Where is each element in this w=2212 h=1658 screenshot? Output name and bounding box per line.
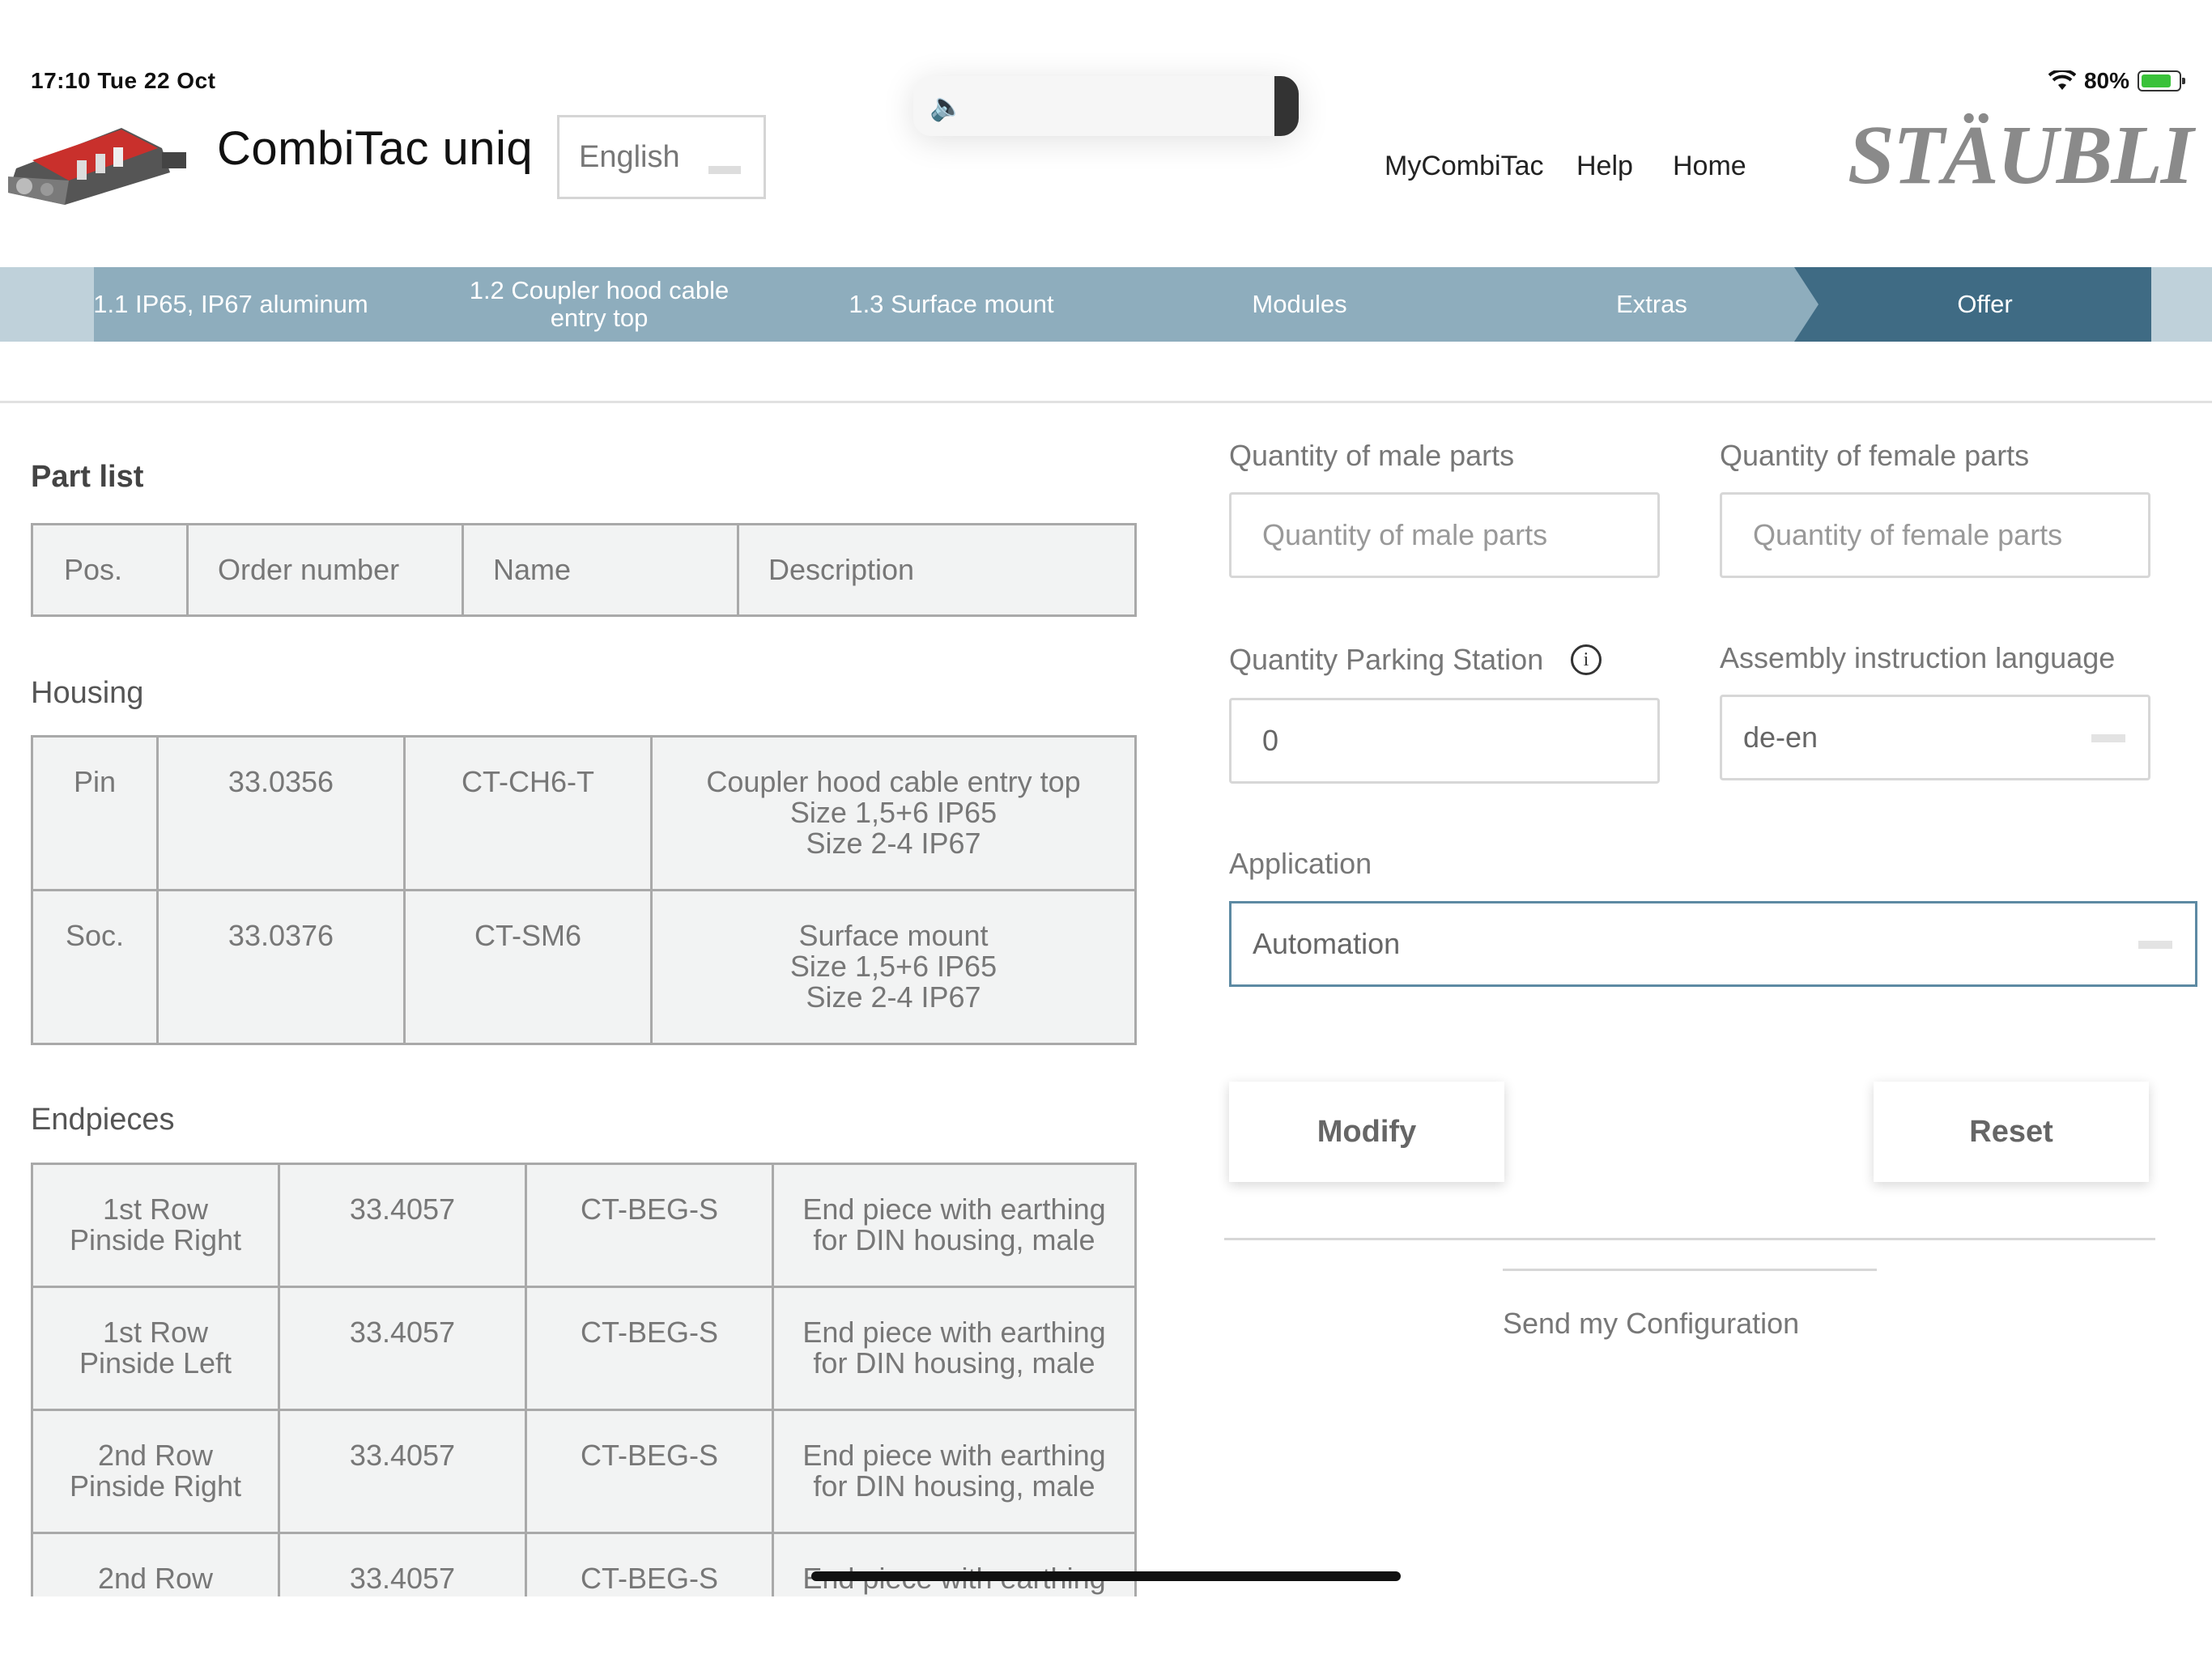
modify-button[interactable]: Modify bbox=[1229, 1082, 1504, 1182]
table-row: Pin 33.0356 CT-CH6-T Coupler hood cable … bbox=[31, 735, 1137, 891]
home-indicator[interactable] bbox=[811, 1571, 1401, 1581]
col-name: Name bbox=[462, 523, 739, 617]
language-select[interactable]: English bbox=[557, 115, 766, 199]
cell-description: Coupler hood cable entry top Size 1,5+6 … bbox=[650, 735, 1137, 891]
desc-line: Surface mount bbox=[798, 919, 989, 952]
assembly-lang-select[interactable]: de-en bbox=[1720, 695, 2150, 780]
battery-icon bbox=[2138, 70, 2185, 91]
step-coupler-hood[interactable]: 1.2 Coupler hood cable entry top bbox=[445, 267, 753, 342]
male-qty-input[interactable]: Quantity of male parts bbox=[1229, 492, 1660, 578]
cell-order-number: 33.0356 bbox=[156, 735, 406, 891]
cell-name: CT-BEG-S bbox=[525, 1532, 774, 1596]
cell-name: CT-BEG-S bbox=[525, 1286, 774, 1411]
table-row: 2nd Row 33.4057 CT-BEG-S End piece with … bbox=[31, 1532, 1137, 1596]
male-qty-label: Quantity of male parts bbox=[1229, 439, 1515, 472]
cell-pos: 1st Row Pinside Right bbox=[31, 1163, 280, 1288]
parking-qty-input[interactable]: 0 bbox=[1229, 698, 1660, 784]
assembly-lang-value: de-en bbox=[1743, 721, 1819, 754]
cell-name: CT-BEG-S bbox=[525, 1409, 774, 1534]
application-value: Automation bbox=[1253, 927, 1401, 960]
female-qty-placeholder: Quantity of female parts bbox=[1753, 518, 2063, 551]
desc-line: Size 1,5+6 IP65 bbox=[789, 796, 998, 829]
product-image bbox=[8, 128, 186, 205]
cell-pos: Pin bbox=[31, 735, 159, 891]
form-divider bbox=[1224, 1238, 2155, 1240]
female-qty-input[interactable]: Quantity of female parts bbox=[1720, 492, 2150, 578]
wifi-icon bbox=[2048, 70, 2076, 90]
male-qty-placeholder: Quantity of male parts bbox=[1262, 518, 1548, 551]
desc-line: Coupler hood cable entry top bbox=[706, 765, 1081, 798]
col-pos: Pos. bbox=[31, 523, 189, 617]
send-divider bbox=[1503, 1269, 1877, 1271]
endpieces-title: Endpieces bbox=[31, 1103, 175, 1137]
volume-hud: 🔈 bbox=[913, 76, 1299, 136]
application-label: Application bbox=[1229, 847, 1372, 880]
assembly-lang-label: Assembly instruction language bbox=[1720, 641, 2116, 674]
info-icon[interactable]: i bbox=[1571, 644, 1602, 675]
app-title: CombiTac uniq bbox=[217, 122, 534, 175]
cell-description: End piece with earthing for DIN housing, … bbox=[772, 1286, 1137, 1411]
desc-line: Size 2-4 IP67 bbox=[806, 980, 981, 1014]
cell-order-number: 33.4057 bbox=[278, 1532, 527, 1596]
endpieces-scroll[interactable]: 1st Row Pinside Right 33.4057 CT-BEG-S En… bbox=[0, 1163, 1150, 1596]
col-order-number: Order number bbox=[186, 523, 464, 617]
header-divider bbox=[0, 401, 2212, 403]
cell-order-number: 33.4057 bbox=[278, 1409, 527, 1534]
col-description: Description bbox=[737, 523, 1137, 617]
table-row: 1st Row Pinside Right 33.4057 CT-BEG-S En… bbox=[31, 1163, 1137, 1288]
step-surface-mount[interactable]: 1.3 Surface mount bbox=[802, 267, 1101, 342]
step-extras[interactable]: Extras bbox=[1506, 267, 1797, 342]
female-qty-label: Quantity of female parts bbox=[1720, 439, 2030, 472]
nav-home[interactable]: Home bbox=[1673, 151, 1746, 182]
cell-order-number: 33.0376 bbox=[156, 889, 406, 1045]
cell-name: CT-CH6-T bbox=[403, 735, 653, 891]
cell-pos: 2nd Row bbox=[31, 1532, 280, 1596]
cell-pos: 2nd Row Pinside Right bbox=[31, 1409, 280, 1534]
status-indicators: 80% bbox=[2048, 68, 2185, 94]
cell-order-number: 33.4057 bbox=[278, 1286, 527, 1411]
cell-description: Surface mount Size 1,5+6 IP65 Size 2-4 I… bbox=[650, 889, 1137, 1045]
endpieces-table: 1st Row Pinside Right 33.4057 CT-BEG-S En… bbox=[31, 1163, 1137, 1596]
nav-help[interactable]: Help bbox=[1576, 151, 1633, 182]
reset-button[interactable]: Reset bbox=[1874, 1082, 2149, 1182]
desc-line: Size 1,5+6 IP65 bbox=[789, 950, 998, 983]
application-select[interactable]: Automation bbox=[1229, 901, 2197, 987]
nav-mycombitac[interactable]: MyCombiTac bbox=[1385, 151, 1543, 182]
table-row: 1st Row Pinside Left 33.4057 CT-BEG-S End… bbox=[31, 1286, 1137, 1411]
status-time: 17:10 Tue 22 Oct bbox=[31, 68, 216, 93]
cell-order-number: 33.4057 bbox=[278, 1163, 527, 1288]
step-offer[interactable]: Offer bbox=[1794, 267, 2151, 342]
brand-logo: STÄUBLI bbox=[1848, 108, 2193, 202]
part-list-title: Part list bbox=[31, 460, 144, 494]
chevron-down-icon bbox=[2138, 941, 2172, 949]
battery-percent: 80% bbox=[2083, 68, 2129, 93]
speaker-icon: 🔈 bbox=[929, 91, 964, 122]
cell-name: CT-SM6 bbox=[403, 889, 653, 1045]
parking-qty-label: Quantity Parking Station bbox=[1229, 643, 1544, 676]
chevron-down-icon bbox=[2091, 734, 2125, 742]
housing-title: Housing bbox=[31, 676, 144, 710]
cell-description: End piece with earthing for DIN housing, … bbox=[772, 1409, 1137, 1534]
cell-description: End piece with earthing bbox=[772, 1532, 1137, 1596]
part-list-header-table: Pos. Order number Name Description bbox=[31, 523, 1137, 617]
step-modules[interactable]: Modules bbox=[1158, 267, 1441, 342]
language-select-value: English bbox=[579, 139, 680, 174]
table-row: Soc. 33.0376 CT-SM6 Surface mount Size 1… bbox=[31, 889, 1137, 1045]
cell-pos: 1st Row Pinside Left bbox=[31, 1286, 280, 1411]
cell-pos: Soc. bbox=[31, 889, 159, 1045]
parking-qty-value: 0 bbox=[1262, 724, 1279, 757]
send-configuration-link[interactable]: Send my Configuration bbox=[1503, 1307, 1799, 1341]
table-row: 2nd Row Pinside Right 33.4057 CT-BEG-S En… bbox=[31, 1409, 1137, 1534]
cell-description: End piece with earthing for DIN housing, … bbox=[772, 1163, 1137, 1288]
housing-table: Pin 33.0356 CT-CH6-T Coupler hood cable … bbox=[31, 735, 1137, 1045]
step-ip65-aluminum[interactable]: 1.1 IP65, IP67 aluminum bbox=[89, 267, 372, 342]
step-bar: 1.1 IP65, IP67 aluminum 1.2 Coupler hood… bbox=[0, 267, 2212, 342]
chevron-down-icon bbox=[708, 166, 741, 174]
volume-level bbox=[1274, 76, 1299, 136]
cell-name: CT-BEG-S bbox=[525, 1163, 774, 1288]
desc-line: Size 2-4 IP67 bbox=[806, 827, 981, 860]
